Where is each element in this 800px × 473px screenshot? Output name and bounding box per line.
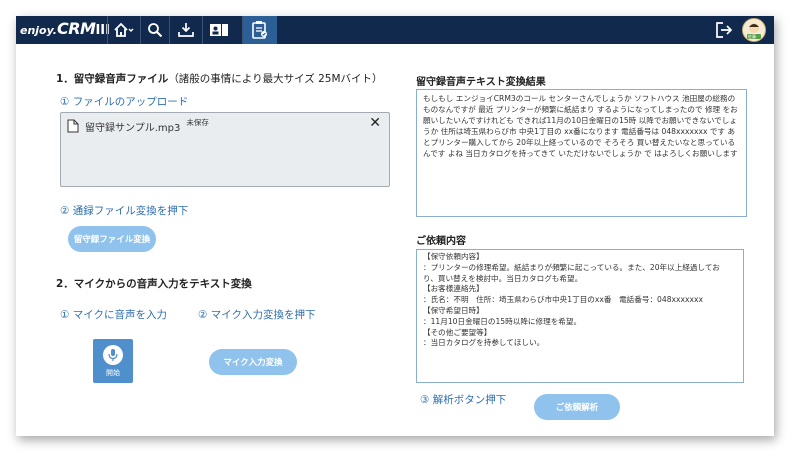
logout-button[interactable] bbox=[714, 20, 734, 44]
transcription-result-textarea[interactable]: もしもし エンジョイCRM3のコール センターさんでしょうか ソフトハウス 池田… bbox=[416, 89, 747, 217]
avatar-label: 佐藤 bbox=[748, 34, 756, 39]
logo-enjoy-text: enjoy. bbox=[20, 24, 57, 37]
section1-size-note: （諸般の事情により最大サイズ 25Mバイト） bbox=[168, 73, 383, 85]
request-line: 【お客様連絡先】 bbox=[423, 284, 484, 294]
contacts-button[interactable] bbox=[202, 16, 235, 44]
result-title: 留守録音声テキスト変換結果 bbox=[416, 77, 546, 88]
request-line: ：11月10日金曜日の15時以降に修理を希望。 bbox=[423, 316, 582, 326]
app-logo[interactable]: enjoy.CRMIII bbox=[20, 19, 110, 41]
contact-card-icon bbox=[210, 24, 228, 36]
request-line: ：当日カタログを持参してほしい。 bbox=[423, 338, 545, 348]
request-line: 【その他ご要望等】 bbox=[423, 327, 492, 337]
download-button[interactable] bbox=[169, 16, 202, 44]
home-menu-button[interactable] bbox=[107, 16, 140, 44]
file-upload-area[interactable]: 留守録サンプル.mp3 未保存 ✕ bbox=[60, 112, 390, 187]
close-icon: ✕ bbox=[369, 115, 381, 131]
search-icon bbox=[148, 23, 163, 38]
search-button[interactable] bbox=[140, 16, 169, 44]
request-line: ：プリンターの修理希望。紙詰まりが頻繁に起こっている。また、20年以上経過してお bbox=[423, 262, 720, 272]
voice-analysis-button[interactable] bbox=[242, 16, 277, 44]
mic-icon-wrapper bbox=[103, 345, 123, 365]
analyze-step-label: ③ 解析ボタン押下 bbox=[420, 394, 507, 406]
mic-step2-label: ② マイク入力変換を押下 bbox=[198, 309, 316, 321]
convert-step-label: ② 通録ファイル変換を押下 bbox=[60, 205, 189, 217]
mic-convert-button[interactable]: マイク入力変換 bbox=[209, 349, 297, 375]
convert-recording-button[interactable]: 留守録ファイル変換 bbox=[68, 226, 156, 252]
microphone-icon bbox=[108, 349, 118, 361]
file-icon bbox=[67, 119, 79, 133]
file-status: 未保存 bbox=[186, 118, 209, 127]
clipboard-icon bbox=[252, 21, 267, 39]
file-name: 留守録サンプル.mp3 bbox=[85, 123, 181, 134]
app-window: enjoy.CRMIII 佐藤 1．留守録音声ファイル（諸般の事情により最大サイ… bbox=[16, 16, 774, 436]
download-tray-icon bbox=[178, 23, 194, 37]
request-line: り、買い替えを検討中。当日カタログも希望。 bbox=[423, 273, 583, 283]
mic-start-label: 開始 bbox=[106, 369, 120, 377]
logout-icon bbox=[716, 22, 733, 38]
top-navbar: enjoy.CRMIII 佐藤 bbox=[16, 16, 774, 44]
uploaded-file: 留守録サンプル.mp3 未保存 bbox=[67, 118, 209, 134]
request-title: ご依頼内容 bbox=[416, 236, 466, 247]
request-line: 【保守希望日時】 bbox=[423, 305, 484, 315]
remove-file-button[interactable]: ✕ bbox=[369, 116, 381, 130]
home-icon bbox=[114, 22, 134, 37]
request-line: ：氏名：不明 住所：埼玉県わらび市中央1丁目のxx番 電話番号：048xxxxx… bbox=[423, 295, 703, 305]
upload-step-label: ① ファイルのアップロード bbox=[60, 96, 189, 108]
logo-crm-text: CRM bbox=[56, 19, 96, 38]
analyze-request-button[interactable]: ご依頼解析 bbox=[534, 394, 620, 420]
request-details-textarea[interactable]: 【保守依頼内容】 ：プリンターの修理希望。紙詰まりが頻繁に起こっている。また、2… bbox=[416, 249, 744, 383]
section1-title-text: 1．留守録音声ファイル bbox=[56, 73, 169, 85]
section2-title: 2．マイクからの音声入力をテキスト変換 bbox=[56, 278, 252, 290]
mic-start-button[interactable]: 開始 bbox=[93, 339, 133, 383]
request-line: 【保守依頼内容】 bbox=[423, 252, 484, 261]
mic-step1-label: ① マイクに音声を入力 bbox=[60, 309, 168, 321]
avatar[interactable]: 佐藤 bbox=[742, 18, 766, 42]
section1-title: 1．留守録音声ファイル（諸般の事情により最大サイズ 25Mバイト） bbox=[56, 71, 383, 86]
